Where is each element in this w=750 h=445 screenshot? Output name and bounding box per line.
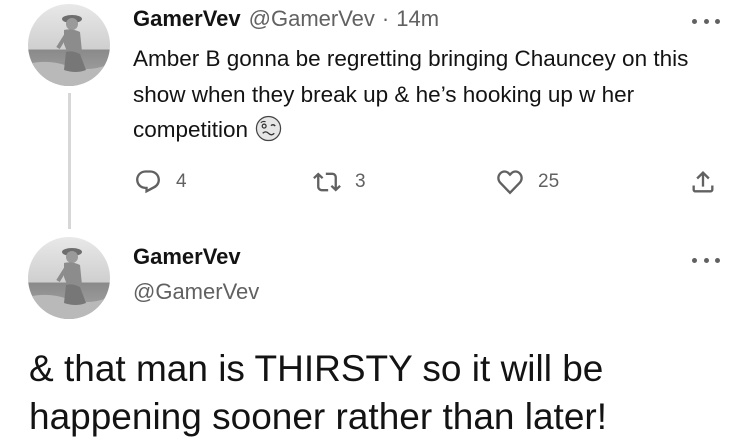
display-name[interactable]: GamerVev — [133, 244, 241, 270]
like-count: 25 — [538, 171, 560, 192]
reply-count: 4 — [176, 171, 187, 192]
like-button[interactable]: 25 — [496, 166, 559, 198]
retweet-button[interactable]: 3 — [313, 166, 366, 198]
woozy-face-icon — [255, 115, 282, 142]
display-name[interactable]: GamerVev — [133, 6, 241, 32]
reply-icon — [136, 170, 160, 194]
share-button[interactable] — [689, 166, 717, 198]
more-icon[interactable] — [692, 14, 720, 28]
share-icon — [692, 171, 714, 193]
tweet-header: GamerVev @GamerVev · 14m — [133, 6, 439, 36]
heart-icon — [497, 170, 523, 195]
separator-dot: · — [381, 6, 390, 31]
user-handle[interactable]: @GamerVev — [133, 279, 259, 305]
thread-line — [68, 93, 71, 229]
user-handle[interactable]: @GamerVev — [249, 6, 375, 32]
timestamp[interactable]: 14m — [396, 6, 439, 32]
tweet-body: Amber B gonna be regretting bringing Cha… — [133, 46, 689, 142]
tweet-text: & that man is THIRSTY so it will be happ… — [29, 348, 608, 437]
more-icon[interactable] — [692, 253, 720, 267]
avatar[interactable] — [28, 237, 110, 319]
reply-button[interactable]: 4 — [134, 166, 187, 198]
avatar[interactable] — [28, 4, 110, 86]
tweet-text: Amber B gonna be regretting bringing Cha… — [133, 41, 733, 148]
retweet-icon — [313, 172, 341, 192]
retweet-count: 3 — [355, 171, 366, 192]
